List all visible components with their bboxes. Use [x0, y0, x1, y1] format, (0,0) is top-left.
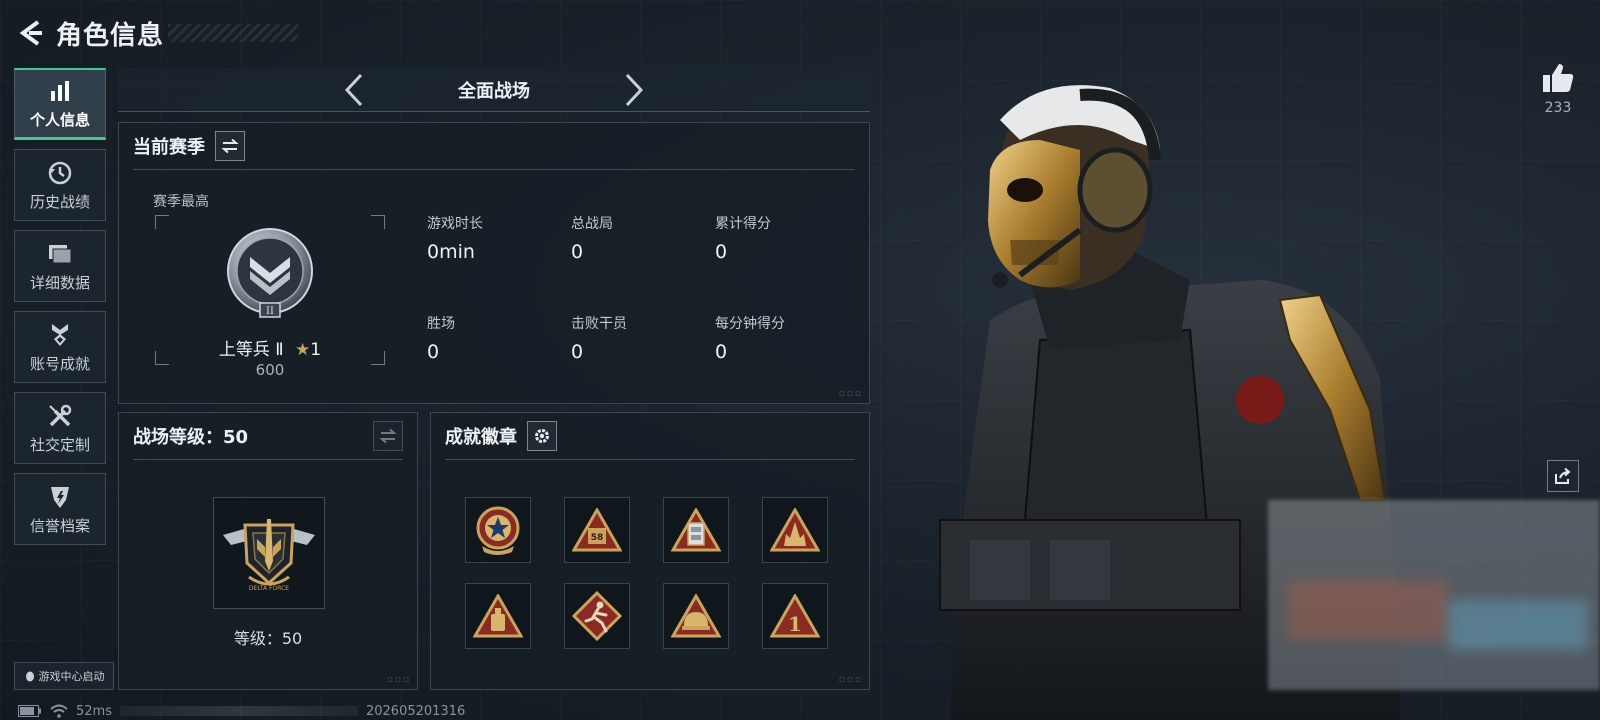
fire-triangle-badge-icon [770, 508, 820, 552]
level-emblem-frame: DELTA FORCE [213, 497, 325, 609]
blurred-overlay [1268, 500, 1600, 690]
season-switch-button[interactable] [215, 131, 245, 161]
penguin-icon [25, 671, 34, 682]
badges-title: 成就徽章 [445, 427, 517, 448]
battlefield-level-title: 战场等级：50 [133, 427, 249, 448]
badge-number: 58 [591, 533, 604, 543]
divider [133, 459, 403, 460]
chevron-left-icon [344, 73, 363, 106]
corner-decoration: ▫▫▫ [838, 675, 863, 685]
sidebar-item-credit[interactable]: 信誉档案 [14, 473, 106, 545]
gear-icon [535, 429, 549, 443]
badge-item[interactable] [663, 497, 729, 563]
rank-name: 上等兵 Ⅱ ★1 [218, 340, 322, 360]
badge-item[interactable]: 1 [762, 583, 828, 649]
corner-decoration: ▫▫▫ [386, 675, 411, 685]
share-icon [1555, 467, 1571, 484]
chevron-right-icon [625, 73, 644, 106]
stat-score-per-minute: 每分钟得分 0 [715, 316, 785, 363]
data-folder-icon [47, 240, 73, 268]
bottle-badge-icon [473, 594, 523, 638]
badge-number: 1 [788, 612, 802, 636]
header: 角色信息 [14, 14, 299, 52]
svg-text:II: II [266, 306, 274, 317]
sidebar-item-personal-info[interactable]: 个人信息 [14, 68, 106, 140]
like-button[interactable]: 233 [1538, 62, 1578, 116]
share-button[interactable] [1547, 460, 1579, 492]
swap-icon [221, 138, 239, 154]
mode-switcher: 全面战场 [118, 68, 870, 112]
mode-label: 全面战场 [458, 80, 530, 102]
wifi-icon [50, 704, 68, 718]
badge-item[interactable] [663, 583, 729, 649]
crate-58-badge-icon: 58 [572, 508, 622, 552]
star-seal-badge-icon [476, 506, 520, 555]
star-icon: ★ [295, 340, 311, 360]
stat-playtime: 游戏时长 0min [427, 216, 483, 263]
battery-icon [18, 705, 41, 717]
rank-insignia-icon: II [227, 228, 313, 318]
launcher-label: 游戏中心启动 [38, 670, 105, 683]
stat-wins: 胜场 0 [427, 316, 455, 363]
locker-badge-icon [671, 508, 721, 552]
like-count: 233 [1544, 100, 1572, 116]
badge-item[interactable] [465, 583, 531, 649]
sidebar: 个人信息 历史战绩 详细数据 账号成就 社交定制 信誉档案 [14, 68, 106, 554]
stat-kills: 击败干员 0 [571, 316, 627, 363]
blurred-info [119, 706, 358, 716]
badge-grid: 58 1 [465, 497, 828, 649]
achievement-badges-panel: 成就徽章 58 1 ▫▫▫ [430, 412, 870, 690]
sidebar-item-history[interactable]: 历史战绩 [14, 149, 106, 221]
credit-shield-icon [48, 483, 72, 511]
swap-icon [379, 428, 397, 444]
history-clock-icon [47, 159, 73, 187]
sidebar-item-label: 详细数据 [29, 273, 90, 292]
delta-force-emblem-icon: DELTA FORCE [223, 519, 315, 592]
sidebar-item-label: 账号成就 [29, 354, 90, 373]
title-decoration [168, 24, 299, 42]
sidebar-item-label: 社交定制 [29, 435, 90, 454]
stat-total-score: 累计得分 0 [715, 216, 771, 263]
game-center-launch-button[interactable]: 游戏中心启动 [14, 662, 114, 690]
rank-points: 600 [255, 361, 285, 379]
level-switch-button[interactable] [373, 421, 403, 451]
sidebar-item-achievements[interactable]: 账号成就 [14, 311, 106, 383]
level-text: 等级：50 [233, 629, 303, 648]
achievement-medal-icon [47, 321, 73, 349]
mode-next-button[interactable] [614, 70, 654, 110]
runner-badge-icon [572, 591, 622, 641]
badge-item[interactable]: 58 [564, 497, 630, 563]
season-best-label: 赛季最高 [153, 194, 209, 210]
back-arrow-icon [19, 20, 42, 46]
back-button[interactable] [14, 16, 48, 50]
ping-value: 52ms [76, 703, 112, 719]
sidebar-item-label: 历史战绩 [29, 192, 90, 211]
page-title: 角色信息 [56, 20, 165, 51]
divider [445, 459, 855, 460]
rank-star-count: 1 [310, 340, 322, 360]
badge-item[interactable] [762, 497, 828, 563]
status-bar: 52ms 202605201316 [18, 703, 465, 719]
emblem-text: DELTA FORCE [249, 585, 289, 592]
corner-decoration: ▫▫▫ [838, 389, 863, 399]
battlefield-level-panel: 战场等级：50 DELTA FORCE 等级：50 ▫▫▫ [118, 412, 418, 690]
bar-chart-icon [48, 77, 72, 105]
mode-prev-button[interactable] [334, 70, 374, 110]
badge-item[interactable] [465, 497, 531, 563]
sidebar-item-social[interactable]: 社交定制 [14, 392, 106, 464]
current-season-panel: 当前赛季 赛季最高 II 上等兵 Ⅱ ★1 600 游戏时长 0min 总战局 … [118, 122, 870, 404]
badge-item[interactable] [564, 583, 630, 649]
sidebar-item-label: 个人信息 [29, 111, 90, 129]
wrench-screwdriver-icon [47, 402, 73, 430]
build-timestamp: 202605201316 [365, 703, 466, 719]
sidebar-item-detailed-data[interactable]: 详细数据 [14, 230, 106, 302]
thumbs-up-icon [1543, 64, 1574, 92]
stat-total-matches: 总战局 0 [571, 216, 613, 263]
season-title: 当前赛季 [133, 137, 205, 158]
divider [133, 169, 855, 170]
helmet-badge-icon [671, 594, 721, 638]
sidebar-item-label: 信誉档案 [29, 516, 90, 535]
number-one-badge-icon: 1 [770, 594, 820, 638]
badges-settings-button[interactable] [527, 421, 557, 451]
